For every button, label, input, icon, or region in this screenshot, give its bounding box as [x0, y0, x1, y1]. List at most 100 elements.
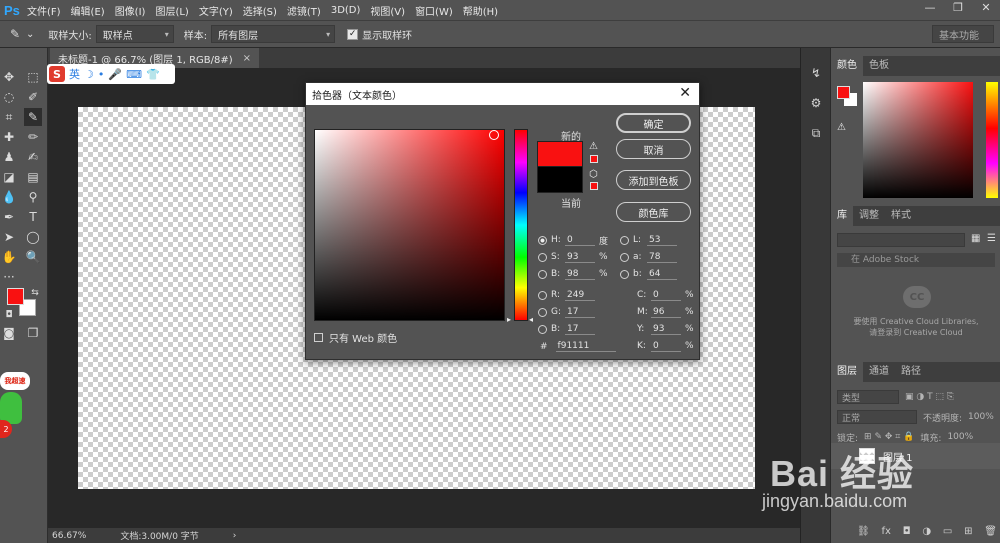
ellipse-tool-icon[interactable]: ◯ [24, 228, 42, 246]
color-libraries-button[interactable]: 颜色库 [616, 202, 691, 222]
ok-button[interactable]: 确定 [616, 113, 691, 133]
color-panel-hue[interactable] [986, 82, 998, 198]
dialog-close-button[interactable]: ✕ [679, 85, 691, 101]
add-to-swatches-button[interactable]: 添加到色板 [616, 170, 691, 190]
punctuation-icon[interactable]: • [98, 68, 105, 81]
tab-channels[interactable]: 通道 [863, 362, 895, 382]
blue-input[interactable]: 17 [565, 324, 595, 335]
hue-slider[interactable] [514, 129, 528, 321]
shirt-icon[interactable]: 👕 [146, 68, 160, 81]
menu-edit[interactable]: 编辑(E) [66, 3, 110, 18]
lab-l-radio[interactable] [620, 235, 629, 245]
new-layer-icon[interactable]: ⊞ [964, 526, 972, 537]
hue-arrow-right-icon[interactable]: ◂ [529, 315, 533, 324]
color-field[interactable] [314, 129, 505, 321]
sample-select[interactable]: 所有图层 ▾ [211, 25, 336, 43]
path-select-tool-icon[interactable]: ➤ [0, 228, 18, 246]
close-tab-icon[interactable]: × [243, 53, 251, 64]
foreground-color-swatch[interactable] [7, 288, 24, 305]
cyan-input[interactable]: 0 [651, 290, 681, 301]
fill-value[interactable]: 100% [947, 432, 973, 442]
menu-help[interactable]: 帮助(H) [458, 3, 503, 18]
keyboard-icon[interactable]: ⌨ [126, 68, 142, 81]
gradient-tool-icon[interactable]: ▤ [24, 168, 42, 186]
menu-image[interactable]: 图像(I) [110, 3, 151, 18]
web-colors-checkbox[interactable] [314, 333, 323, 342]
history-brush-tool-icon[interactable]: ✍ [24, 148, 42, 166]
black-input[interactable]: 0 [651, 341, 681, 352]
lab-a-radio[interactable] [620, 252, 629, 262]
link-layers-icon[interactable]: ⛓ [857, 526, 870, 537]
saturation-input[interactable]: 93 [565, 252, 595, 263]
yellow-input[interactable]: 93 [651, 324, 681, 335]
cancel-button[interactable]: 取消 [616, 139, 691, 159]
dodge-tool-icon[interactable]: ⚲ [24, 188, 42, 206]
opacity-value[interactable]: 100% [968, 412, 994, 422]
zoom-tool-icon[interactable]: 🔍 [24, 248, 42, 266]
microphone-icon[interactable]: 🎤 [108, 68, 122, 81]
eraser-tool-icon[interactable]: ◪ [0, 168, 18, 186]
zoom-level[interactable]: 66.67% [48, 531, 86, 541]
adjustments-panel-icon[interactable]: ⧉ [807, 124, 825, 142]
tab-swatches[interactable]: 色板 [863, 56, 895, 76]
quick-select-tool-icon[interactable]: ✐ [24, 88, 42, 106]
add-mask-icon[interactable]: ◘ [903, 526, 911, 537]
adjustment-layer-icon[interactable]: ◑ [922, 526, 931, 537]
lock-icons[interactable]: ⊞ ✎ ✥ ⌗ 🔒 [864, 432, 914, 442]
minimize-button[interactable]: — [920, 1, 940, 14]
tab-styles[interactable]: 样式 [885, 206, 917, 226]
hex-input[interactable]: f91111 [555, 341, 616, 352]
layer-filter-select[interactable]: 类型 [837, 390, 899, 404]
crop-tool-icon[interactable]: ⌗ [0, 108, 18, 126]
delete-layer-icon[interactable]: 🗑 [984, 526, 997, 537]
properties-panel-icon[interactable]: ⚙ [807, 94, 825, 112]
healing-brush-tool-icon[interactable]: ✚ [0, 128, 18, 146]
lasso-tool-icon[interactable]: ◌ [0, 88, 18, 106]
close-window-button[interactable]: ✕ [976, 1, 996, 14]
lab-a-input[interactable]: 78 [647, 252, 677, 263]
eyedropper-tool-icon[interactable]: ✎ [24, 108, 42, 126]
color-panel-foreground[interactable] [837, 86, 850, 99]
list-view-icon[interactable]: ☰ [987, 233, 996, 244]
color-panel-spectrum[interactable] [863, 82, 973, 198]
cc-login-line2[interactable]: 请登录到 Creative Cloud [831, 327, 1000, 338]
restore-button[interactable]: ❐ [948, 1, 968, 14]
moon-icon[interactable]: ☽ [84, 68, 94, 81]
brightness-radio[interactable] [538, 269, 547, 279]
web-safe-swatch[interactable] [590, 182, 598, 190]
menu-file[interactable]: 文件(F) [22, 3, 66, 18]
menu-layer[interactable]: 图层(L) [150, 3, 193, 18]
workspace-select[interactable]: 基本功能 [932, 25, 994, 43]
web-safe-cube-icon[interactable]: ⬡ [589, 169, 598, 180]
tool-preset-arrow[interactable]: ⌄ [26, 29, 34, 40]
show-ring-checkbox[interactable]: ✓ [347, 28, 359, 40]
blend-mode-select[interactable]: 正常 [837, 410, 917, 424]
ime-mode[interactable]: 英 [69, 66, 80, 82]
color-field-cursor[interactable] [489, 130, 499, 140]
saturation-radio[interactable] [538, 252, 547, 262]
hue-input[interactable]: 0 [565, 235, 595, 246]
tab-adjustments[interactable]: 调整 [853, 206, 885, 226]
brightness-input[interactable]: 98 [565, 269, 595, 280]
history-panel-icon[interactable]: ↯ [807, 64, 825, 82]
tab-color[interactable]: 颜色 [831, 56, 863, 76]
gamut-warning-icon[interactable]: ⚠ [589, 141, 598, 152]
screen-mode-icon[interactable]: ❐ [24, 324, 42, 342]
menu-filter[interactable]: 滤镜(T) [282, 3, 326, 18]
lab-b-input[interactable]: 64 [647, 269, 677, 280]
web-colors-only[interactable]: 只有 Web 颜色 [314, 330, 397, 345]
ime-toolbar[interactable]: S 英 ☽ • 🎤 ⌨ 👕 [47, 64, 175, 84]
green-radio[interactable] [538, 307, 547, 317]
new-group-icon[interactable]: ▭ [943, 526, 952, 537]
move-tool-icon[interactable]: ✥ [0, 68, 18, 86]
layer-style-icon[interactable]: fx [881, 526, 890, 537]
brush-tool-icon[interactable]: ✏ [24, 128, 42, 146]
red-input[interactable]: 249 [565, 290, 595, 301]
marquee-tool-icon[interactable]: ⬚ [24, 68, 42, 86]
library-search-input[interactable]: 在 Adobe Stock [837, 253, 995, 267]
menu-select[interactable]: 选择(S) [238, 3, 282, 18]
pen-tool-icon[interactable]: ✒ [0, 208, 18, 226]
tab-paths[interactable]: 路径 [895, 362, 927, 382]
filter-icons[interactable]: ▣ ◑ T ⬚ ⎘ [905, 392, 954, 402]
blur-tool-icon[interactable]: 💧 [0, 188, 18, 206]
